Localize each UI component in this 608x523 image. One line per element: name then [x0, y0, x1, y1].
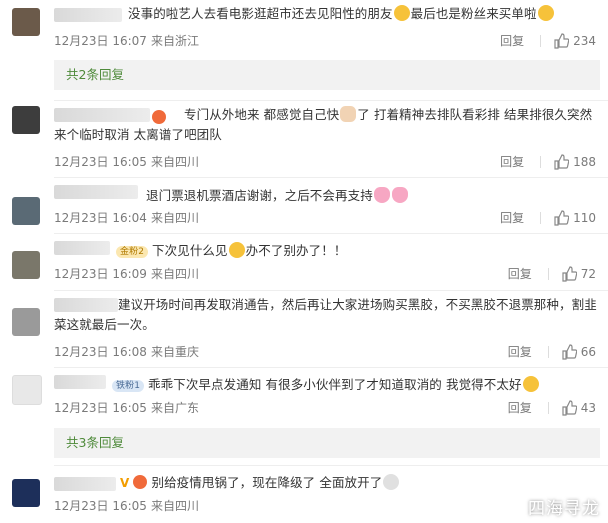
- smile-emoji-icon: [228, 242, 245, 258]
- fan-badge-icon: [133, 475, 148, 489]
- comment-meta: 12月23日 16:07 来自浙江: [54, 34, 199, 48]
- avatar[interactable]: [12, 375, 42, 405]
- thumbs-up-icon: [554, 32, 570, 49]
- mask-emoji-icon: [383, 474, 400, 490]
- hand-emoji-icon: [340, 106, 357, 122]
- pig-emoji-icon: [373, 187, 390, 203]
- thumbs-up-icon: [554, 153, 570, 170]
- comment-meta: 12月23日 16:05 来自四川: [54, 499, 199, 513]
- comment-text: 建议开场时间再发取消通告，然后再让大家进场购买黑胶，不买黑胶不退票那种，割韭菜这…: [54, 297, 597, 332]
- thumbs-up-icon: [554, 209, 570, 226]
- crying-emoji-icon: [522, 376, 539, 392]
- comment-text: 没事的啦艺人去看电影逛超市还去见阳性的朋友 最后也是粉丝来买单啦: [54, 4, 600, 24]
- avatar[interactable]: [12, 479, 40, 507]
- expand-replies-button[interactable]: 共3条回复: [54, 428, 600, 458]
- like-button[interactable]: 188: [553, 153, 596, 170]
- reply-button[interactable]: 回复: [508, 343, 532, 360]
- comment-meta: 12月23日 16:05 来自四川: [54, 155, 199, 169]
- avatar[interactable]: [12, 251, 40, 279]
- comment-text: 金粉2 下次见什么见 办不了别办了！！: [54, 241, 600, 261]
- like-button[interactable]: 72: [561, 265, 596, 282]
- avatar[interactable]: [12, 308, 40, 336]
- comment-text: 退门票退机票酒店谢谢，之后不会再支持: [54, 186, 600, 206]
- reply-button[interactable]: 回复: [508, 399, 532, 416]
- watermark: 四海寻龙: [528, 499, 600, 519]
- reply-button[interactable]: 回复: [500, 32, 524, 49]
- pig-emoji-icon: [391, 187, 408, 203]
- expand-replies-button[interactable]: 共2条回复: [54, 60, 600, 90]
- surprised-emoji-icon: [393, 5, 410, 21]
- avatar[interactable]: [12, 8, 40, 36]
- surprised-emoji-icon: [537, 5, 554, 21]
- comment-meta: 12月23日 16:09 来自四川: [54, 267, 199, 281]
- comment-text: V 别给疫情甩锅了，现在降级了 全面放开了: [54, 473, 600, 493]
- thumbs-up-icon: [562, 399, 577, 416]
- reply-button[interactable]: 回复: [508, 265, 532, 282]
- reply-button[interactable]: 回复: [500, 153, 524, 170]
- like-button[interactable]: 66: [561, 343, 596, 360]
- reply-button[interactable]: 回复: [500, 209, 524, 226]
- verified-badge-icon: V: [120, 476, 130, 490]
- thumbs-up-icon: [562, 265, 577, 282]
- iron-fan-badge: 铁粉1: [112, 380, 145, 392]
- avatar[interactable]: [12, 197, 40, 225]
- like-button[interactable]: 110: [553, 209, 596, 226]
- comment-meta: 12月23日 16:04 来自四川: [54, 211, 199, 225]
- comment-meta: 12月23日 16:08 来自重庆: [54, 345, 199, 359]
- comment-text: 铁粉1 乖乖下次早点发通知 有很多小伙伴到了才知道取消的 我觉得不太好: [54, 375, 600, 395]
- avatar[interactable]: [12, 106, 40, 134]
- like-button[interactable]: 234: [553, 32, 596, 49]
- thumbs-up-icon: [562, 343, 577, 360]
- like-button[interactable]: 43: [561, 399, 596, 416]
- comment-text: 专门从外地来 都感觉自己快了 打着精神去排队看彩排 结果排很久突然来个临时取消 …: [54, 106, 593, 142]
- comment-meta: 12月23日 16:05 来自广东: [54, 401, 199, 415]
- gold-fan-badge: 金粉2: [116, 246, 149, 258]
